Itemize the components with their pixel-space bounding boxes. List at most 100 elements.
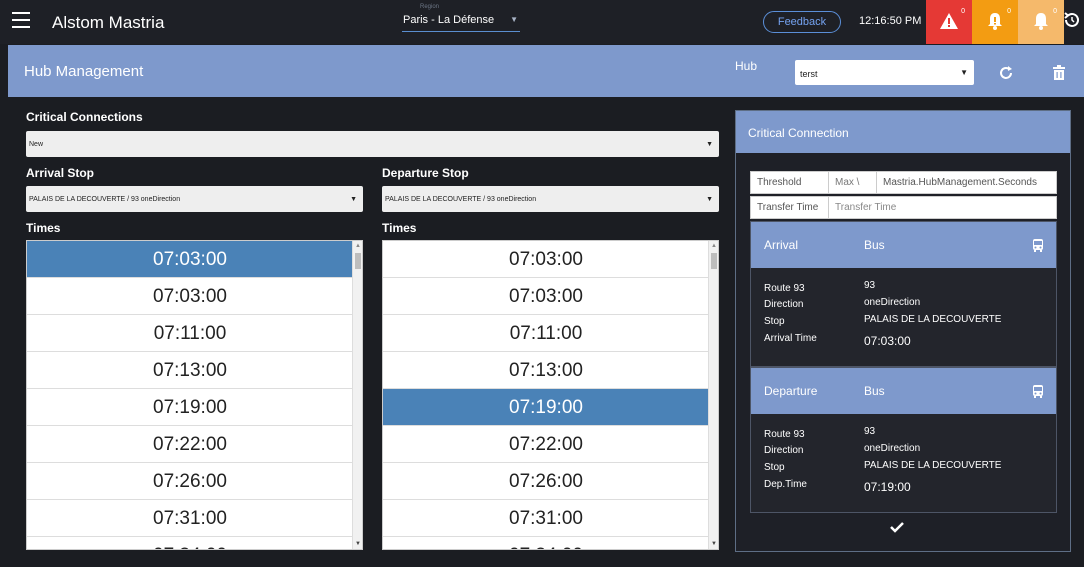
scroll-thumb[interactable] — [355, 253, 361, 269]
time-list-item[interactable]: 07:34:00 — [27, 537, 353, 549]
transfer-time-input[interactable]: Transfer Time — [829, 197, 1057, 218]
departure-card: Departure Bus Route 93 93 Direction oneD… — [750, 367, 1057, 513]
hub-label: Hub — [735, 59, 758, 73]
time-list-item[interactable]: 07:11:00 — [27, 315, 353, 352]
departure-stop-select[interactable]: PALAIS DE LA DECOUVERTE / 93 oneDirectio… — [382, 186, 719, 212]
critical-connections-value: New — [29, 141, 44, 148]
departure-card-header: Departure Bus — [751, 368, 1056, 414]
arrival-time-label: Arrival Time — [764, 333, 817, 344]
hamburger-menu-icon[interactable] — [12, 12, 30, 28]
arrival-card-header: Arrival Bus — [751, 222, 1056, 268]
trash-icon[interactable] — [1052, 65, 1066, 81]
info-alerts-button[interactable]: 0 — [1018, 0, 1064, 44]
critical-connections-select[interactable]: New ▼ — [26, 131, 719, 157]
feedback-button[interactable]: Feedback — [763, 11, 841, 33]
time-list-item[interactable]: 07:19:00 — [383, 389, 709, 426]
arrival-stop-select[interactable]: PALAIS DE LA DECOUVERTE / 93 oneDirectio… — [26, 186, 363, 212]
region-value: Paris - La Défense — [403, 14, 495, 26]
hub-select[interactable]: terst ▼ — [795, 60, 974, 85]
time-list-item[interactable]: 07:03:00 — [383, 241, 709, 278]
chevron-down-icon: ▼ — [706, 196, 713, 203]
transfer-time-label: Transfer Time — [751, 197, 829, 218]
departure-time-label: Dep.Time — [764, 479, 807, 490]
chevron-down-icon: ▼ — [706, 141, 713, 148]
arrival-card-mode: Bus — [864, 238, 885, 252]
arrival-route-label: Route 93 — [764, 283, 805, 294]
chevron-down-icon: ▼ — [350, 196, 357, 203]
app-title: Alstom Mastria — [52, 13, 165, 32]
chevron-down-icon: ▼ — [960, 68, 968, 77]
time-list-item[interactable]: 07:13:00 — [383, 352, 709, 389]
threshold-unit: Mastria.HubManagement.Seconds — [883, 177, 1037, 188]
scroll-down-icon[interactable]: ▼ — [711, 541, 717, 547]
check-icon[interactable] — [890, 521, 904, 533]
time-list-item[interactable]: 07:03:00 — [383, 278, 709, 315]
critical-alerts-button[interactable]: 0 — [926, 0, 972, 44]
arrival-direction-label: Direction — [764, 299, 804, 310]
region-select[interactable]: Region Paris - La Défense ▼ — [402, 4, 520, 32]
critical-connections-label: Critical Connections — [26, 110, 143, 124]
time-list-item[interactable]: 07:26:00 — [383, 463, 709, 500]
arrival-stop-label: Stop — [764, 316, 785, 327]
time-list-item[interactable]: 07:22:00 — [27, 426, 353, 463]
time-list-item[interactable]: 07:26:00 — [27, 463, 353, 500]
scroll-up-icon[interactable]: ▲ — [355, 243, 361, 249]
bus-icon — [1033, 385, 1043, 398]
time-list-item[interactable]: 07:13:00 — [27, 352, 353, 389]
arrival-stop-value: PALAIS DE LA DECOUVERTE — [864, 314, 1002, 325]
departure-stop-label: Departure Stop — [382, 166, 469, 180]
hub-management-header: Hub Management Hub terst ▼ — [8, 45, 1084, 97]
departure-stop-value: PALAIS DE LA DECOUVERTE / 93 oneDirectio… — [385, 196, 537, 203]
departure-direction-value: oneDirection — [864, 443, 921, 454]
history-icon[interactable] — [1062, 10, 1082, 30]
time-list-item[interactable]: 07:03:00 — [27, 278, 353, 315]
top-bar: Alstom Mastria Region Paris - La Défense… — [0, 0, 1084, 44]
refresh-icon[interactable] — [998, 65, 1014, 81]
bus-icon — [1033, 239, 1043, 252]
scroll-up-icon[interactable]: ▲ — [711, 243, 717, 249]
departure-stop-value: PALAIS DE LA DECOUVERTE — [864, 460, 1002, 471]
departure-scrollbar[interactable]: ▲ ▼ — [708, 241, 718, 549]
panel-title: Critical Connection — [748, 126, 849, 140]
departure-time-value: 07:19:00 — [864, 480, 911, 494]
time-list-item[interactable]: 07:31:00 — [383, 500, 709, 537]
time-list-item[interactable]: 07:34:00 — [383, 537, 709, 549]
time-list-item[interactable]: 07:31:00 — [27, 500, 353, 537]
threshold-max-input[interactable]: Max \ — [829, 172, 877, 193]
arrival-card: Arrival Bus Route 93 93 Direction oneDir… — [750, 221, 1057, 367]
bell-icon — [1034, 13, 1048, 30]
arrival-route-value: 93 — [864, 280, 876, 291]
arrival-stop-value: PALAIS DE LA DECOUVERTE / 93 oneDirectio… — [29, 196, 181, 203]
clock: 12:16:50 PM — [859, 15, 922, 27]
arrival-card-title: Arrival — [764, 238, 799, 252]
departure-card-mode: Bus — [864, 384, 885, 398]
departure-direction-label: Direction — [764, 445, 804, 456]
panel-header: Critical Connection — [736, 111, 1070, 153]
transfer-time-row: Transfer Time Transfer Time — [750, 196, 1057, 219]
chevron-down-icon: ▼ — [510, 15, 518, 24]
warning-alerts-button[interactable]: 0 — [972, 0, 1018, 44]
departure-stop-label: Stop — [764, 462, 785, 473]
time-list-item[interactable]: 07:22:00 — [383, 426, 709, 463]
scroll-thumb[interactable] — [711, 253, 717, 269]
departure-times-list[interactable]: 07:03:00 07:03:00 07:11:00 07:13:00 07:19:00… — [382, 240, 719, 550]
arrival-stop-label: Arrival Stop — [26, 166, 95, 180]
critical-connection-panel: Critical Connection Threshold Max \ Mast… — [735, 110, 1071, 552]
alert-count: 0 — [1053, 8, 1057, 15]
warning-triangle-icon — [940, 13, 958, 29]
departure-route-value: 93 — [864, 426, 876, 437]
arrival-direction-value: oneDirection — [864, 297, 921, 308]
time-list-item[interactable]: 07:03:00 — [27, 241, 353, 278]
arrival-scrollbar[interactable]: ▲ ▼ — [352, 241, 362, 549]
threshold-row: Threshold Max \ Mastria.HubManagement.Se… — [750, 171, 1057, 194]
departure-card-title: Departure — [764, 384, 818, 398]
departure-times-label: Times — [382, 221, 417, 235]
arrival-times-list[interactable]: 07:03:00 07:03:00 07:11:00 07:13:00 07:19:00… — [26, 240, 363, 550]
warning-bell-icon — [988, 13, 1002, 30]
time-list-item[interactable]: 07:11:00 — [383, 315, 709, 352]
time-list-item[interactable]: 07:19:00 — [27, 389, 353, 426]
scroll-down-icon[interactable]: ▼ — [355, 541, 361, 547]
arrival-times-label: Times — [26, 221, 61, 235]
alert-count: 0 — [1007, 8, 1011, 15]
threshold-label: Threshold — [751, 172, 829, 193]
